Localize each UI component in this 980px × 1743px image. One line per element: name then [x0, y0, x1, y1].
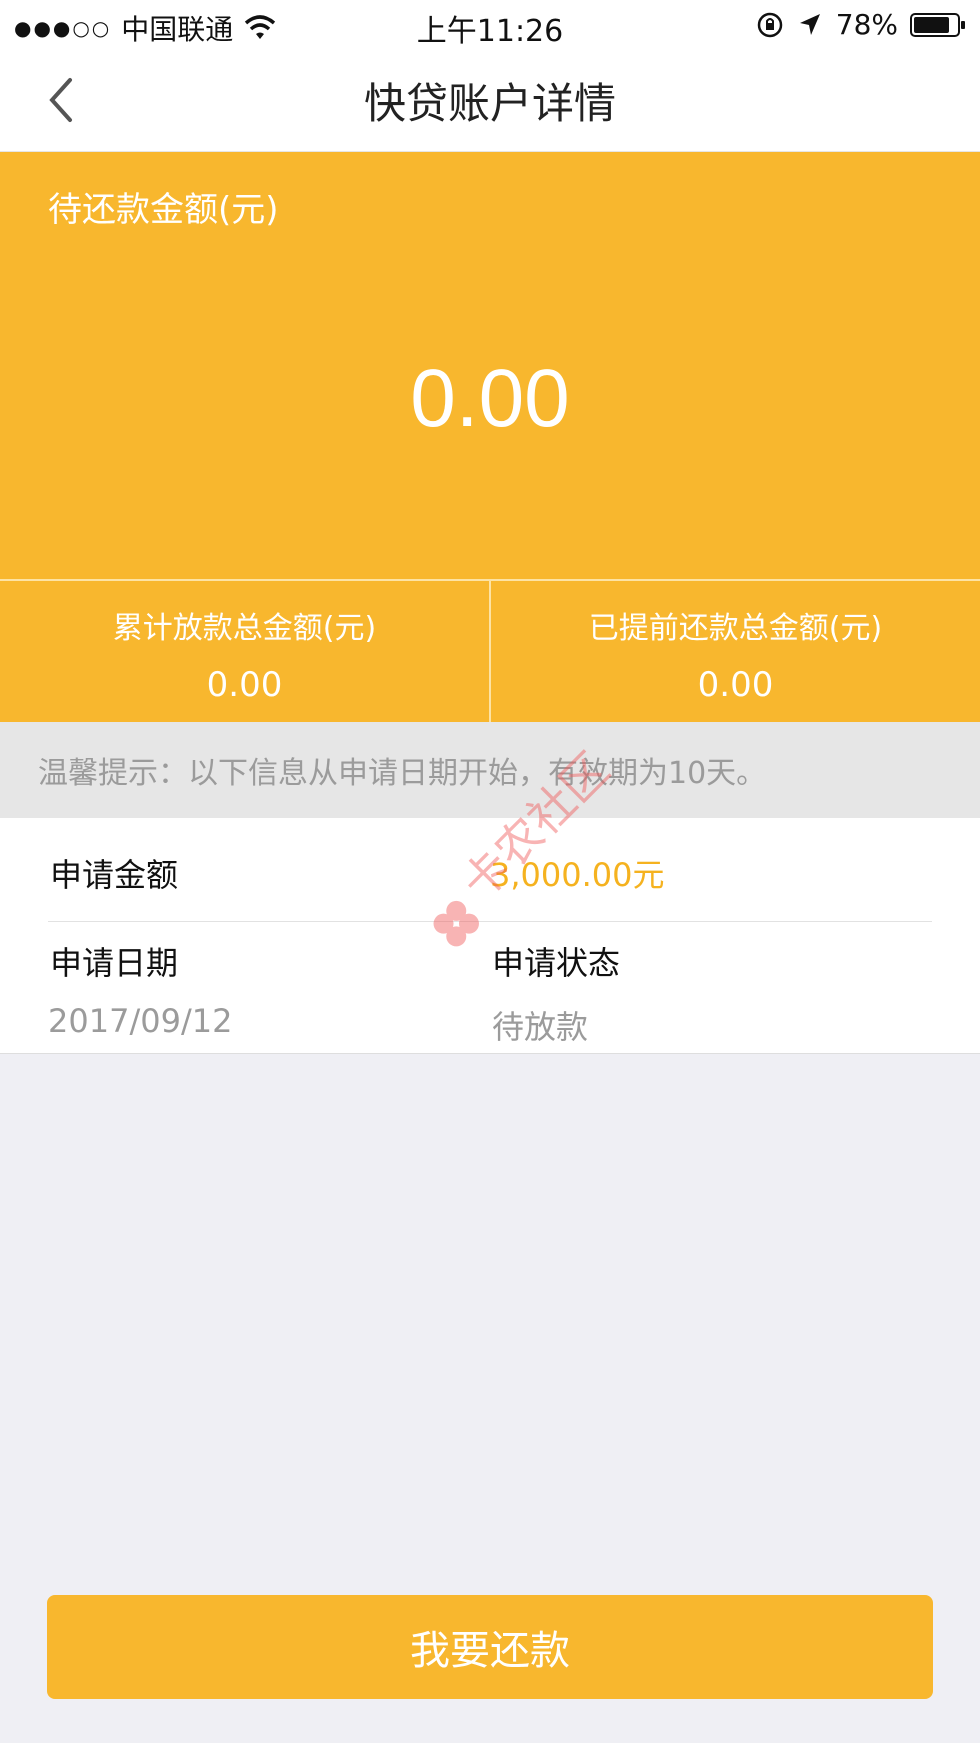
location-arrow-icon: [799, 13, 820, 35]
application-details: 申请金额 3,000.00元 申请日期 2017/09/12 申请状态 待放款: [0, 818, 980, 1054]
total-loaned-label: 累计放款总金额(元): [112, 611, 377, 646]
date-label: 申请日期: [50, 944, 179, 982]
total-loaned-value: 0.00: [206, 665, 283, 705]
pending-amount-value: 0.00: [410, 353, 570, 444]
status-value: 待放款: [492, 1008, 589, 1046]
amount-value: 3,000.00元: [490, 856, 665, 894]
status-bar-right: 78%: [756, 8, 966, 41]
status-bar: ●●●○○ 中国联通 上午11:26 78%: [0, 0, 980, 50]
total-prepaid-value: 0.00: [697, 665, 774, 705]
nav-bar: 快贷账户详情: [0, 50, 980, 152]
total-loaned-stat: 累计放款总金额(元) 0.00: [0, 581, 489, 722]
rotation-lock-icon: [757, 12, 783, 37]
date-value: 2017/09/12: [48, 1002, 233, 1040]
loan-summary-stats: 累计放款总金额(元) 0.00 已提前还款总金额(元) 0.00: [0, 579, 980, 722]
status-label: 申请状态: [492, 944, 621, 982]
total-prepaid-label: 已提前还款总金额(元): [588, 611, 883, 646]
battery-percent: 78%: [835, 8, 898, 41]
repay-button[interactable]: 我要还款: [47, 1595, 933, 1699]
battery-icon: [910, 12, 965, 37]
amount-label: 申请金额: [50, 856, 179, 894]
pending-repayment-panel: 待还款金额(元) 0.00: [0, 152, 980, 579]
page-title: 快贷账户详情: [363, 79, 616, 128]
tip-banner: 温馨提示：以下信息从申请日期开始，有效期为10天。: [0, 722, 980, 818]
total-prepaid-stat: 已提前还款总金额(元) 0.00: [489, 581, 980, 722]
pending-amount-label: 待还款金额(元): [48, 190, 279, 230]
amount-row: 申请金额 3,000.00元: [48, 818, 932, 922]
